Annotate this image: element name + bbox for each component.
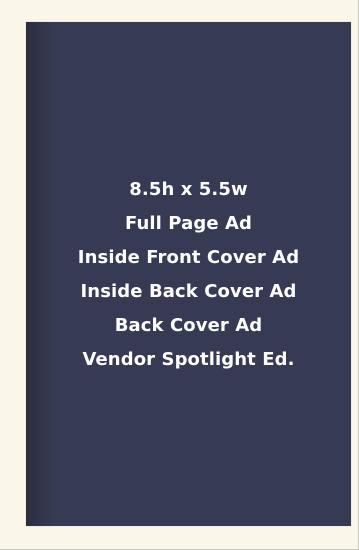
- page-frame: 8.5h x 5.5w Full Page Ad Inside Front Co…: [0, 0, 359, 550]
- size-label: 8.5h x 5.5w: [129, 179, 248, 200]
- booklet-cover: 8.5h x 5.5w Full Page Ad Inside Front Co…: [26, 22, 351, 526]
- inside-front-cover-ad-label: Inside Front Cover Ad: [77, 247, 300, 268]
- full-page-ad-label: Full Page Ad: [124, 213, 253, 234]
- ad-options-list: 8.5h x 5.5w Full Page Ad Inside Front Co…: [26, 174, 351, 376]
- inside-back-cover-ad-label: Inside Back Cover Ad: [80, 281, 297, 302]
- back-cover-ad-label: Back Cover Ad: [114, 315, 263, 336]
- vendor-spotlight-label: Vendor Spotlight Ed.: [82, 349, 295, 370]
